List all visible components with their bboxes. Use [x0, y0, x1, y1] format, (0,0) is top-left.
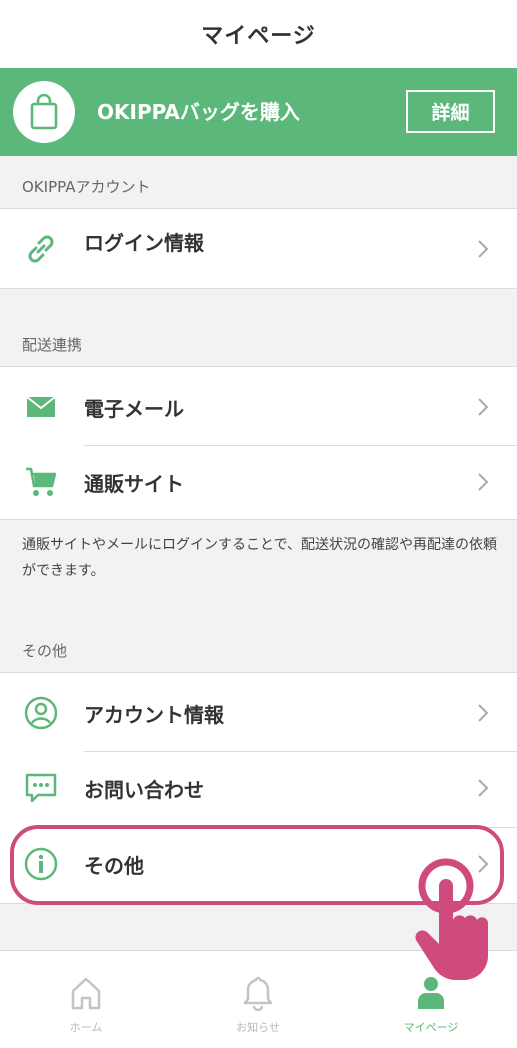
banner-badge: [13, 81, 75, 143]
tab-home[interactable]: ホーム: [0, 951, 172, 1048]
banner-text: OKIPPAバッグを購入: [97, 100, 300, 124]
email-label: 電子メール: [84, 397, 184, 421]
account-info-label: アカウント情報: [84, 703, 224, 727]
section-label-delivery: 配送連携: [22, 336, 83, 354]
chat-bubble-icon: [22, 769, 60, 807]
cart-icon: [22, 463, 60, 501]
chevron-right-icon: [478, 240, 489, 258]
chevron-right-icon: [478, 704, 489, 722]
info-icon: [22, 845, 60, 883]
section-label-other: その他: [22, 642, 68, 660]
other-label: その他: [84, 854, 144, 878]
delivery-note: 通販サイトやメールにログインすることで、配送状況の確認や再配達の依頼ができます。: [22, 537, 498, 579]
tab-mypage-label: マイページ: [403, 1021, 459, 1034]
details-button[interactable]: 詳細: [406, 90, 495, 133]
section-label-account: OKIPPAアカウント: [22, 178, 151, 196]
okippa-bag-banner[interactable]: OKIPPAバッグを購入 詳細: [0, 68, 517, 156]
chevron-right-icon: [478, 473, 489, 491]
delivery-card: 電子メール 通販サイト: [0, 366, 517, 520]
account-info-row[interactable]: アカウント情報: [0, 675, 517, 751]
person-icon: [418, 977, 444, 1009]
contact-row[interactable]: お問い合わせ: [0, 750, 517, 826]
tab-mypage[interactable]: マイページ: [345, 951, 517, 1048]
email-row[interactable]: 電子メール: [0, 369, 517, 445]
tab-home-label: ホーム: [69, 1021, 103, 1034]
other-card: アカウント情報 お問い合わせ その他: [0, 672, 517, 904]
other-row[interactable]: その他: [0, 826, 517, 902]
shopping-bag-icon: [30, 94, 58, 130]
chevron-right-icon: [478, 779, 489, 797]
link-icon: [22, 230, 60, 268]
login-info-label: ログイン情報: [84, 231, 204, 255]
shopping-site-label: 通販サイト: [84, 472, 184, 496]
login-info-row[interactable]: ログイン情報: [0, 211, 517, 287]
bottom-tab-bar: ホーム お知らせ マイページ: [0, 950, 517, 1048]
tab-notifications-label: お知らせ: [236, 1021, 280, 1034]
account-card: ログイン情報: [0, 208, 517, 289]
page-title: マイページ: [201, 24, 316, 49]
chevron-right-icon: [478, 398, 489, 416]
home-icon: [71, 977, 101, 1010]
contact-label: お問い合わせ: [84, 778, 204, 802]
shopping-site-row[interactable]: 通販サイト: [0, 444, 517, 520]
mail-icon: [22, 388, 60, 426]
tab-notifications[interactable]: お知らせ: [172, 951, 344, 1048]
user-circle-icon: [22, 694, 60, 732]
bell-icon: [243, 976, 273, 1011]
chevron-right-icon: [478, 855, 489, 873]
top-header: マイページ: [0, 0, 517, 68]
